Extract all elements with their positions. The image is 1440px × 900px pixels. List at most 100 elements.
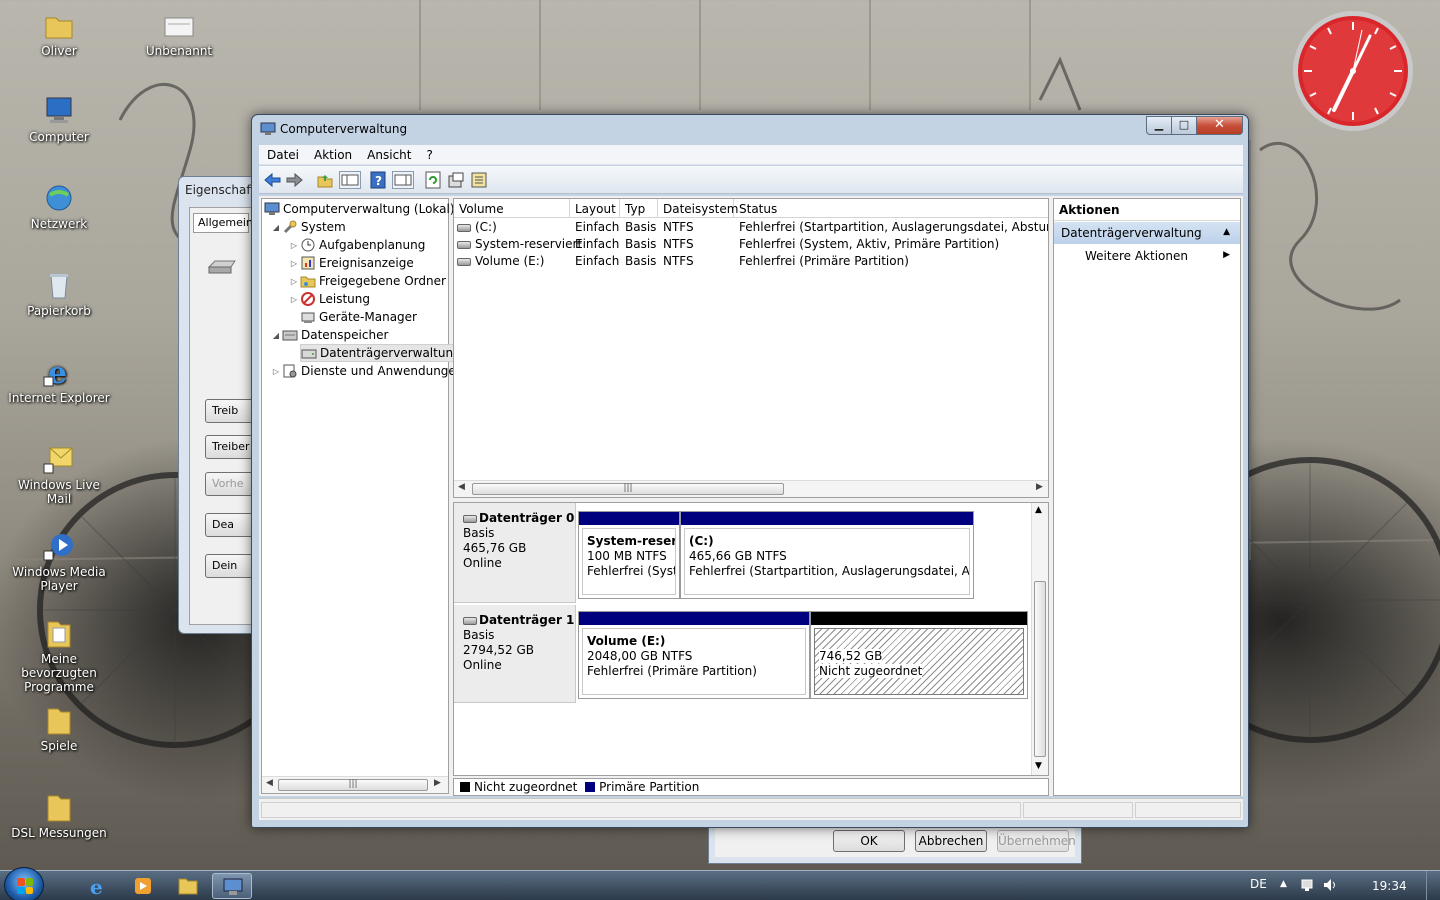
actions-section-datentraegerverwaltung[interactable]: Datenträgerverwaltung ▲ <box>1054 222 1240 244</box>
scroll-left-icon[interactable]: ◀ <box>458 482 465 492</box>
tree-item-ereignisanzeige[interactable]: ▷ Ereignisanzeige <box>288 254 414 272</box>
collapsed-icon[interactable]: ▷ <box>288 277 300 286</box>
volume-list[interactable]: Volume Layout Typ Dateisystem Status (C:… <box>453 198 1049 498</box>
list-horizontal-scrollbar[interactable]: ◀ ||| ▶ <box>454 480 1048 497</box>
desktop-icon-dsl-messungen[interactable]: DSL Messungen <box>4 790 114 840</box>
scrollbar-thumb[interactable]: ||| <box>472 483 784 495</box>
tree-item-system[interactable]: ◢ System <box>270 218 346 236</box>
apply-button[interactable]: Übernehmen <box>997 830 1076 852</box>
taskbar-computer-management[interactable] <box>212 873 252 899</box>
desktop-icon-unbenannt[interactable]: Unbenannt <box>124 8 234 58</box>
desktop-icon-oliver[interactable]: Oliver <box>4 8 114 58</box>
taskbar-internet-explorer[interactable]: e <box>78 873 118 899</box>
forward-icon[interactable] <box>286 171 304 189</box>
show-hide-tree-icon[interactable] <box>339 171 361 189</box>
disk-0-label[interactable]: Datenträger 0 Basis 465,76 GB Online <box>454 503 576 603</box>
disk-1-label[interactable]: Datenträger 1 Basis 2794,52 GB Online <box>454 605 576 703</box>
maximize-button[interactable]: □ <box>1172 116 1197 135</box>
expanded-icon[interactable]: ◢ <box>270 223 282 232</box>
close-button[interactable]: ✕ <box>1197 116 1243 135</box>
taskbar-clock[interactable]: 19:34 <box>1372 879 1407 893</box>
ok-button[interactable]: OK <box>833 830 905 852</box>
menu-datei[interactable]: Datei <box>259 145 306 162</box>
more-actions-item[interactable]: Weitere Aktionen ▶ <box>1085 249 1240 267</box>
clock-gadget[interactable] <box>1290 8 1416 134</box>
task-scheduler-icon <box>300 237 316 253</box>
column-header-layout[interactable]: Layout <box>570 199 620 218</box>
column-header-dateisystem[interactable]: Dateisystem <box>658 199 738 218</box>
mail-icon <box>42 442 76 476</box>
partition-system-reserved[interactable]: System-reservi 100 MB NTFS Fehlerfrei (S… <box>578 511 680 599</box>
taskbar-explorer[interactable] <box>168 873 208 899</box>
tree-item-aufgabenplanung[interactable]: ▷ Aufgabenplanung <box>288 236 425 254</box>
up-folder-icon[interactable] <box>316 171 334 189</box>
properties-icon[interactable] <box>447 171 465 189</box>
desktop-icon-internet-explorer[interactable]: e Internet Explorer <box>4 355 114 405</box>
partition-unallocated[interactable]: 746,52 GB Nicht zugeordnet <box>810 611 1028 699</box>
desktop-icon-meine-bevorzugten-programme[interactable]: Meine bevorzugten Programme <box>4 616 114 694</box>
desktop-icon-label: Unbenannt <box>145 44 213 58</box>
table-row[interactable]: (C:) Einfach Basis NTFS Fehlerfrei (Star… <box>454 219 1048 236</box>
show-desktop-button[interactable] <box>1426 871 1440 900</box>
desktop-icon-netzwerk[interactable]: Netzwerk <box>4 181 114 231</box>
back-icon[interactable] <box>263 171 281 189</box>
column-header-status[interactable]: Status <box>734 199 1048 218</box>
tree-horizontal-scrollbar[interactable]: ◀ ||| ▶ <box>262 776 448 793</box>
collapsed-icon[interactable]: ▷ <box>288 295 300 304</box>
start-button[interactable] <box>4 867 44 900</box>
tree-item-datenspeicher[interactable]: ◢ Datenspeicher <box>270 326 388 344</box>
partition-c[interactable]: (C:) 465,66 GB NTFS Fehlerfrei (Startpar… <box>680 511 974 599</box>
tree-item-freigegebene-ordner[interactable]: ▷ Freigegebene Ordner <box>288 272 446 290</box>
tree-item-datentraegerverwaltung[interactable]: Datenträgerverwaltung <box>300 344 464 362</box>
table-row[interactable]: System-reserviert Einfach Basis NTFS Feh… <box>454 236 1048 253</box>
show-hidden-icons[interactable]: ▲ <box>1280 879 1287 889</box>
language-indicator[interactable]: DE <box>1250 877 1267 891</box>
computer-management-window[interactable]: Computerverwaltung ▁ □ ✕ Datei Aktion Ansi… <box>251 114 1249 828</box>
cancel-button[interactable]: Abbrechen <box>915 830 987 852</box>
scroll-left-icon[interactable]: ◀ <box>266 778 273 788</box>
desktop-icon-papierkorb[interactable]: Papierkorb <box>4 268 114 318</box>
table-row[interactable]: Volume (E:) Einfach Basis NTFS Fehlerfre… <box>454 253 1048 270</box>
collapsed-icon[interactable]: ▷ <box>270 367 282 376</box>
desktop-icon-windows-media-player[interactable]: Windows Media Player <box>4 529 114 593</box>
tab-allgemein[interactable]: Allgemein <box>193 213 253 233</box>
desktop-icon-windows-live-mail[interactable]: Windows Live Mail <box>4 442 114 506</box>
desktop-icon-spiele[interactable]: Spiele <box>4 703 114 753</box>
column-header-typ[interactable]: Typ <box>620 199 658 218</box>
partition-e[interactable]: Volume (E:) 2048,00 GB NTFS Fehlerfrei (… <box>578 611 810 699</box>
tree-item-dienste-und-anwendungen[interactable]: ▷ Dienste und Anwendungen <box>270 362 464 380</box>
desktop-icon-computer[interactable]: Computer <box>4 94 114 144</box>
disk-graphical-view[interactable]: Datenträger 0 Basis 465,76 GB Online Sys… <box>453 502 1049 776</box>
title-bar[interactable]: Computerverwaltung ▁ □ ✕ <box>252 115 1248 145</box>
network-tray-icon[interactable] <box>1300 877 1316 896</box>
scroll-right-icon[interactable]: ▶ <box>434 778 441 788</box>
tree-item-label: Geräte-Manager <box>319 310 417 324</box>
properties-dialog[interactable]: Eigenschaften Allgemein Treib Treiber a … <box>178 176 270 634</box>
refresh-icon[interactable] <box>424 171 442 189</box>
tree-item-leistung[interactable]: ▷ Leistung <box>288 290 370 308</box>
help-icon[interactable]: ? <box>369 171 387 189</box>
collapsed-icon[interactable]: ▷ <box>288 259 300 268</box>
taskbar-media-player[interactable] <box>123 873 163 899</box>
collapsed-icon[interactable]: ▷ <box>288 241 300 250</box>
settings-icon[interactable] <box>470 171 488 189</box>
scroll-right-icon[interactable]: ▶ <box>1036 482 1043 492</box>
tree-item-geraete-manager[interactable]: Geräte-Manager <box>300 308 417 326</box>
navigation-tree[interactable]: Computerverwaltung (Lokal) ◢ System ▷ Au… <box>261 198 464 794</box>
partition-body: (C:) 465,66 GB NTFS Fehlerfrei (Startpar… <box>684 528 970 595</box>
menu-aktion[interactable]: Aktion <box>306 145 359 162</box>
menu-ansicht[interactable]: Ansicht <box>359 145 418 162</box>
graph-vertical-scrollbar[interactable]: ▲ ▼ <box>1031 503 1048 775</box>
expanded-icon[interactable]: ◢ <box>270 331 282 340</box>
volume-tray-icon[interactable] <box>1322 877 1338 896</box>
minimize-button[interactable]: ▁ <box>1146 116 1172 135</box>
tree-item-computerverwaltung[interactable]: Computerverwaltung (Lokal) <box>264 200 455 218</box>
column-header-volume[interactable]: Volume <box>454 199 570 218</box>
scroll-down-icon[interactable]: ▼ <box>1035 761 1042 771</box>
scroll-up-icon[interactable]: ▲ <box>1035 505 1042 515</box>
collapse-icon[interactable]: ▲ <box>1223 227 1230 237</box>
scrollbar-thumb[interactable]: ||| <box>278 779 428 791</box>
scrollbar-thumb[interactable] <box>1034 581 1046 757</box>
menu-help[interactable]: ? <box>418 145 439 162</box>
show-hide-action-pane-icon[interactable] <box>392 171 414 189</box>
